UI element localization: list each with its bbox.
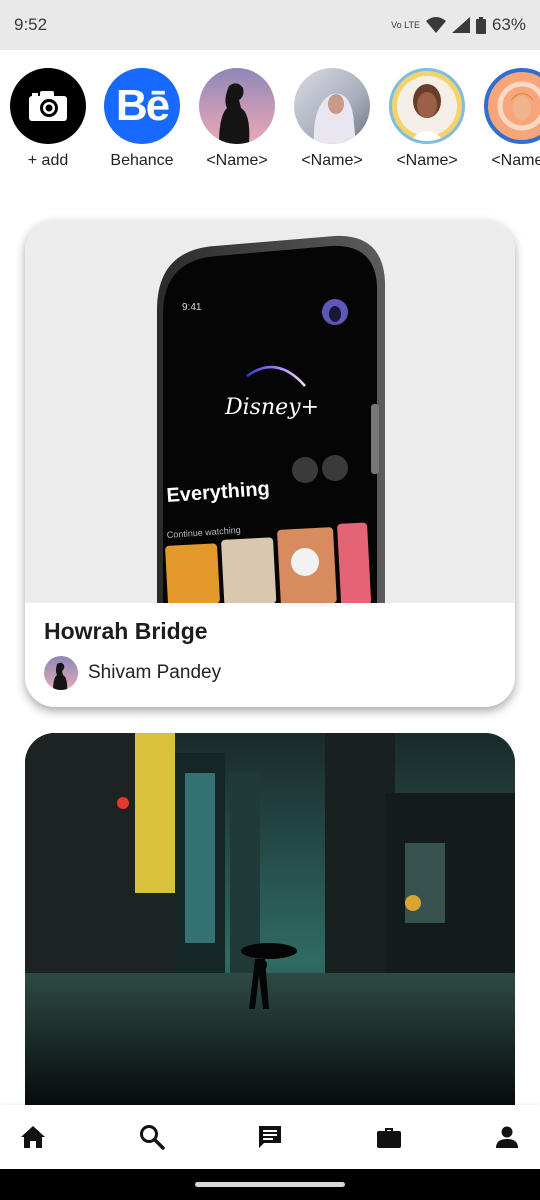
- post-title[interactable]: Howrah Bridge: [44, 618, 208, 645]
- story-label: <Name>: [396, 152, 458, 169]
- nav-home[interactable]: [18, 1122, 48, 1152]
- story-item[interactable]: <Name>: [474, 68, 540, 170]
- portrait-image: [397, 76, 457, 141]
- signal-icon: [451, 17, 470, 33]
- home-indicator[interactable]: [195, 1182, 345, 1187]
- post-card[interactable]: 9:41 Disney+ Everything Continue watchin…: [25, 220, 515, 707]
- stories-row: + add Bē Behance <Name> <Name> <Name> <N…: [0, 68, 540, 178]
- post-card[interactable]: [25, 733, 515, 1113]
- status-bar: 9:52 Vo LTE 63%: [0, 0, 540, 50]
- hooded-person-image: [313, 93, 356, 144]
- bottom-navigation: [0, 1105, 540, 1169]
- avatar[interactable]: [484, 68, 540, 144]
- wifi-icon: [425, 17, 446, 33]
- avatar[interactable]: [199, 68, 275, 144]
- chat-icon: [259, 1126, 281, 1148]
- avatar[interactable]: [389, 68, 465, 144]
- story-behance[interactable]: Bē Behance: [94, 68, 190, 170]
- nav-search[interactable]: [137, 1122, 167, 1152]
- status-time: 9:52: [14, 15, 48, 34]
- status-icons: Vo LTE 63%: [391, 15, 526, 35]
- story-label: + add: [27, 152, 69, 169]
- nav-profile[interactable]: [492, 1122, 522, 1152]
- story-add[interactable]: + add: [0, 68, 96, 170]
- volte-icon: Vo LTE: [391, 19, 420, 30]
- silhouette-image: [53, 662, 68, 690]
- disney-logo: Disney+: [224, 395, 319, 420]
- nav-messages[interactable]: [255, 1122, 285, 1152]
- author-avatar[interactable]: [44, 656, 78, 690]
- add-story-avatar[interactable]: [10, 68, 86, 144]
- avatar[interactable]: [294, 68, 370, 144]
- battery-percent: 63%: [491, 15, 526, 34]
- nav-jobs[interactable]: [374, 1122, 404, 1152]
- battery-icon: [475, 16, 486, 34]
- phone-time: 9:41: [182, 302, 202, 313]
- portrait-image: [497, 81, 540, 131]
- post-author[interactable]: Shivam Pandey: [44, 656, 221, 690]
- story-label: Behance: [110, 152, 174, 169]
- gesture-bar: [0, 1169, 540, 1200]
- story-label: <Name>: [491, 152, 540, 169]
- story-item[interactable]: <Name>: [284, 68, 380, 170]
- story-item[interactable]: <Name>: [189, 68, 285, 170]
- post-image[interactable]: 9:41 Disney+ Everything Continue watchin…: [25, 220, 515, 603]
- story-label: <Name>: [206, 152, 268, 169]
- person-icon: [496, 1126, 518, 1148]
- story-item[interactable]: <Name>: [379, 68, 475, 170]
- briefcase-icon: [376, 1128, 401, 1148]
- post-image[interactable]: [25, 733, 515, 1113]
- story-label: <Name>: [301, 152, 363, 169]
- phone-mockup-image: 9:41 Disney+ Everything Continue watchin…: [157, 235, 385, 603]
- silhouette-image: [219, 83, 250, 144]
- camera-icon: [29, 91, 67, 121]
- author-name: Shivam Pandey: [88, 662, 222, 683]
- search-icon: [139, 1125, 165, 1150]
- behance-logo[interactable]: Bē: [104, 68, 180, 144]
- home-icon: [21, 1126, 45, 1148]
